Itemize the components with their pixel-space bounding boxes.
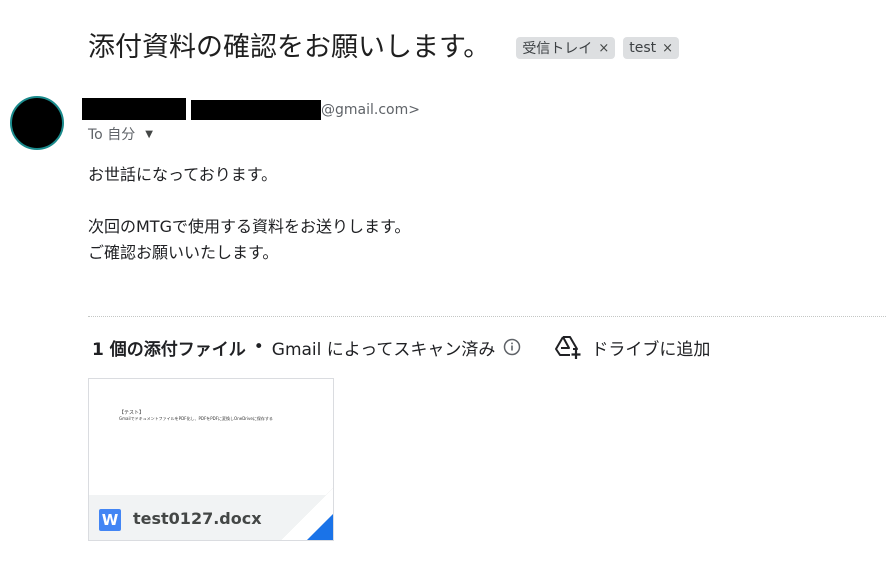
body-line: ご確認お願いいたします。	[88, 243, 279, 262]
label-chip-test[interactable]: test ×	[623, 37, 680, 59]
preview-text: GmailでドキュメントファイルをPDF化し、PDFをPDFに変換しOneDri…	[119, 416, 273, 421]
attachments-header: 1 個の添付ファイル • Gmail によってスキャン済み ドライブに追加	[92, 334, 710, 360]
show-details-icon[interactable]: ▼	[145, 129, 153, 140]
subject-row: 添付資料の確認をお願いします。 受信トレイ × test ×	[88, 28, 680, 68]
preview-title: 【テスト】	[119, 410, 145, 416]
recipient-text: To 自分	[88, 127, 136, 143]
attachment-count: 1 個の添付ファイル	[92, 339, 246, 360]
sender-email-domain: @gmail.com>	[321, 102, 420, 118]
sender-row: @gmail.com>	[82, 94, 420, 120]
label-chip-text: test	[629, 40, 657, 56]
file-type-corner-icon	[307, 514, 333, 540]
email-subject: 添付資料の確認をお願いします。	[88, 32, 491, 63]
attachment-card[interactable]: 【テスト】 GmailでドキュメントファイルをPDF化し、PDFをPDFに変換し…	[88, 378, 334, 541]
body-line: 次回のMTGで使用する資料をお送りします。	[88, 217, 411, 236]
remove-label-icon[interactable]: ×	[662, 41, 673, 56]
attachment-preview[interactable]: 【テスト】 GmailでドキュメントファイルをPDF化し、PDFをPDFに変換し…	[89, 379, 333, 495]
drive-add-icon	[555, 336, 581, 359]
add-to-drive-label: ドライブに追加	[591, 339, 711, 360]
attachments-divider	[88, 316, 886, 317]
add-to-drive-button[interactable]: ドライブに追加	[553, 334, 710, 360]
scan-status: Gmail によってスキャン済み	[271, 339, 496, 360]
redacted-sender-name	[82, 98, 186, 120]
recipient-row: To 自分 ▼	[88, 124, 153, 144]
email-body: お世話になっております。 次回のMTGで使用する資料をお送りします。 ご確認お願…	[88, 162, 410, 266]
redacted-sender-email	[191, 100, 321, 120]
label-chip-text: 受信トレイ	[522, 41, 593, 57]
separator-dot: •	[253, 337, 264, 357]
sender-avatar[interactable]	[10, 96, 64, 150]
info-icon[interactable]	[503, 338, 521, 356]
attachment-file-name: test0127.docx	[133, 509, 262, 528]
word-icon: W	[99, 509, 121, 531]
body-line: お世話になっております。	[88, 165, 278, 184]
label-chip-inbox[interactable]: 受信トレイ ×	[516, 37, 616, 59]
remove-label-icon[interactable]: ×	[598, 41, 609, 56]
